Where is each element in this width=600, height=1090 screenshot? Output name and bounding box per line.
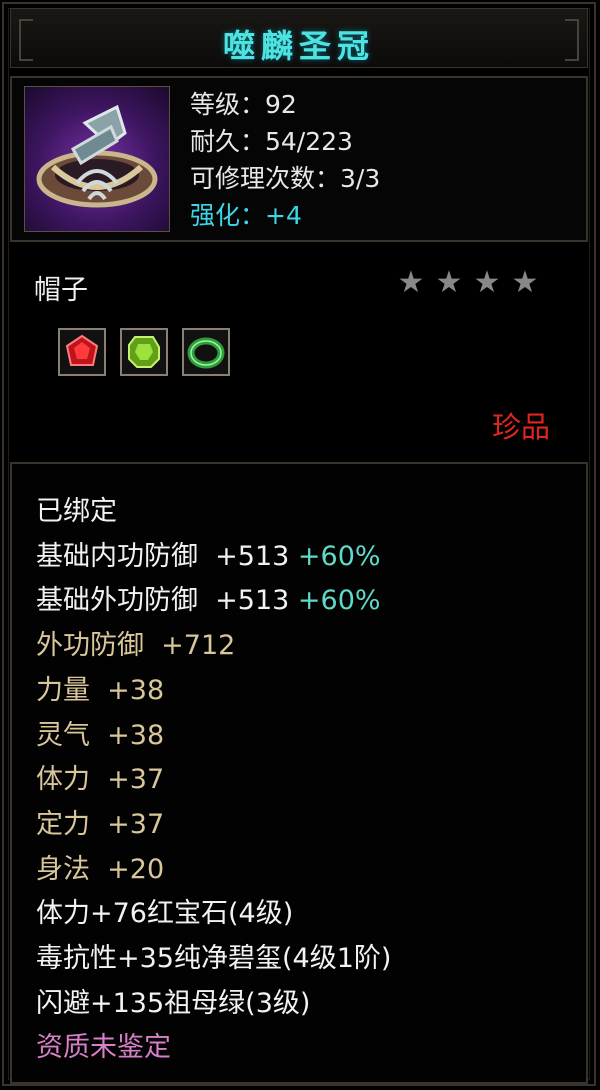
star-rating: ★ ★ ★ ★: [396, 268, 540, 298]
star-icon: ★: [473, 265, 501, 300]
base-inner-defense-bonus: +60%: [297, 540, 381, 572]
focus-stat: 定力 +37: [36, 808, 165, 840]
crown-icon: [24, 86, 170, 232]
base-inner-defense-value: 基础内功防御 +513: [36, 540, 290, 572]
title-bar: 噬麟圣冠: [10, 8, 588, 68]
ruby-gem-icon[interactable]: [58, 328, 106, 376]
star-icon: ★: [511, 265, 539, 300]
gem-bonus-emerald: 闪避+135祖母绿(3级): [36, 987, 311, 1019]
star-icon: ★: [397, 265, 425, 300]
base-outer-defense-bonus: +60%: [297, 585, 381, 617]
rarity-label: 珍品: [492, 410, 551, 444]
item-repair-count: 可修理次数：3/3: [190, 164, 381, 193]
item-enhance: 强化：+4: [190, 201, 302, 230]
item-info: 等级：92 耐久：54/223 可修理次数：3/3 强化：+4: [190, 86, 380, 234]
item-header: 等级：92 耐久：54/223 可修理次数：3/3 强化：+4: [10, 76, 588, 242]
attributes-panel: 已绑定 基础内功防御 +513 +60% 基础外功防御 +513 +60% 外功…: [10, 462, 588, 1084]
base-outer-defense-value: 基础外功防御 +513: [36, 585, 290, 617]
gem-bonus-tourmaline: 毒抗性+35纯净碧玺(4级1阶): [36, 943, 392, 975]
item-level: 等级：92: [190, 90, 297, 119]
outer-defense: 外功防御 +712: [36, 630, 236, 662]
star-icon: ★: [435, 265, 463, 300]
gem-sockets: [58, 328, 230, 376]
attribute-list: 已绑定 基础内功防御 +513 +60% 基础外功防御 +513 +60% 外功…: [36, 490, 391, 1071]
gem-bonus-ruby: 体力+76红宝石(4级): [36, 898, 294, 930]
item-title: 噬麟圣冠: [222, 27, 375, 65]
peridot-gem-icon[interactable]: [120, 328, 168, 376]
spirit-stat: 灵气 +38: [36, 719, 165, 751]
stamina-stat: 体力 +37: [36, 764, 165, 796]
quality-status: 资质未鉴定: [36, 1032, 171, 1064]
strength-stat: 力量 +38: [36, 674, 165, 706]
emerald-ring-icon[interactable]: [182, 328, 230, 376]
bound-status: 已绑定: [36, 496, 117, 527]
base-outer-defense: 基础外功防御 +513 +60%: [36, 579, 391, 624]
item-durability: 耐久：54/223: [190, 127, 353, 156]
base-inner-defense: 基础内功防御 +513 +60%: [36, 535, 391, 580]
agility-stat: 身法 +20: [36, 853, 165, 885]
item-type: 帽子: [34, 275, 88, 306]
